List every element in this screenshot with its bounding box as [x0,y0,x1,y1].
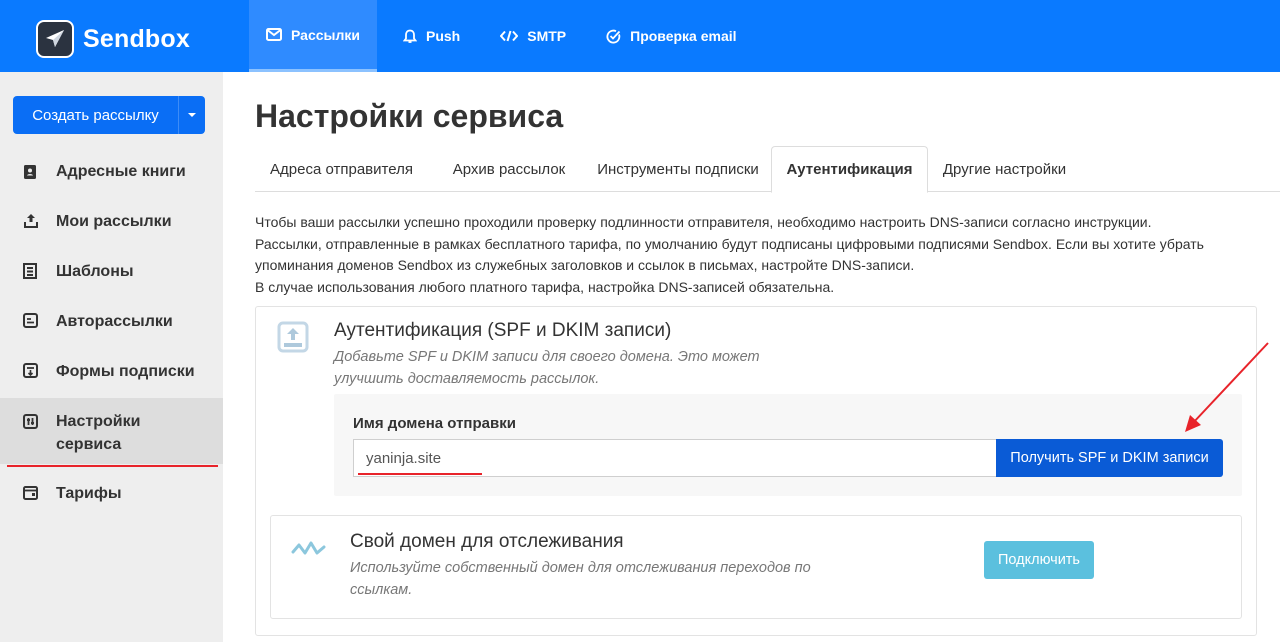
sidebar-item-subscription-forms[interactable]: Формы подписки [0,360,223,383]
sidebar-item-tariffs[interactable]: Тарифы [0,482,223,505]
tab-subscription-tools[interactable]: Инструменты подписки [585,146,771,192]
sliders-icon [23,414,39,430]
auth-card-description: Добавьте SPF и DKIM записи для своего до… [334,346,794,390]
create-mailing-button[interactable]: Создать рассылку [13,96,205,134]
nav-smtp-label: SMTP [527,28,567,44]
annotation-underline-domain [358,473,482,475]
sidebar-item-service-settings[interactable]: Настройки сервиса [0,398,223,464]
sidebar-item-label: Формы подписки [56,363,195,380]
sidebar-item-label: Шаблоны [56,263,134,280]
sending-domain-input[interactable] [353,439,997,477]
main-nav: Рассылки Push SMTP Проверка email [249,0,751,72]
sidebar-item-label: Мои рассылки [56,213,172,230]
connect-tracking-domain-button[interactable]: Подключить [984,541,1094,579]
upload-icon [23,213,39,229]
template-icon [23,263,39,279]
wallet-icon [23,486,39,502]
domain-field-label: Имя домена отправки [353,415,516,432]
intro-text: Чтобы ваши рассылки успешно проходили пр… [255,212,1270,298]
nav-push[interactable]: Push [377,0,474,72]
envelope-icon [266,28,282,41]
annotation-underline-settings [7,465,218,467]
intro-line: Рассылки, отправленные в рамках бесплатн… [255,235,1204,252]
sidebar-item-my-mailings[interactable]: Мои рассылки [0,210,223,233]
tracking-card-title: Свой домен для отслеживания [350,531,624,552]
bell-icon [403,29,417,44]
sidebar-item-label-line2: сервиса [56,436,122,453]
tab-other-settings[interactable]: Другие настройки [932,146,1077,192]
intro-line: В случае использования любого платного т… [255,278,835,295]
code-icon [500,30,519,42]
sidebar-item-label: Тарифы [56,485,122,502]
sidebar: Создать рассылку [0,72,223,642]
sidebar-item-label: Авторассылки [56,313,173,330]
sidebar-item-label-line1: Настройки [56,413,141,430]
pulse-wave-icon [291,537,327,564]
tracking-card-description: Используйте собственный домен для отслеж… [350,557,850,601]
upload-box-icon [276,320,310,359]
auth-card-title: Аутентификация (SPF и DKIM записи) [334,320,672,341]
sidebar-item-templates[interactable]: Шаблоны [0,260,223,283]
nav-smtp[interactable]: SMTP [474,0,580,72]
create-mailing-label[interactable]: Создать рассылку [13,96,178,134]
page-title: Настройки сервиса [255,98,564,134]
caret-down-icon [188,113,196,117]
logo[interactable]: Sendbox [36,20,190,58]
check-circle-icon [606,29,621,44]
brand-name: Sendbox [83,24,190,53]
nav-email-check-label: Проверка email [630,28,737,44]
settings-tabs: Адреса отправителя Архив рассылок Инстру… [255,146,1280,193]
paper-plane-logo-icon [36,20,74,58]
sidebar-item-label: Адресные книги [56,163,186,180]
auth-card-description-line: улучшить доставляемость рассылок. [334,371,600,387]
sidebar-item-address-books[interactable]: Адресные книги [0,160,223,183]
top-navigation-bar: Sendbox Рассылки Push SMTP Проверка emai… [0,0,1280,72]
tab-mailing-archive[interactable]: Архив рассылок [431,146,587,192]
tab-authentication[interactable]: Аутентификация [771,146,928,193]
tracking-card-description-line: Используйте собственный домен для отслеж… [350,560,811,576]
tracking-card-description-line: ссылкам. [350,582,413,598]
address-book-icon [23,164,39,180]
sidebar-item-autoresponders[interactable]: Авторассылки [0,310,223,333]
auth-card-description-line: Добавьте SPF и DKIM записи для своего до… [334,349,760,365]
create-mailing-dropdown-toggle[interactable] [178,96,205,134]
annotation-arrow [1170,340,1275,445]
nav-mailings[interactable]: Рассылки [249,0,377,72]
intro-line: упоминания доменов Sendbox из служебных … [255,257,915,273]
intro-line: Чтобы ваши рассылки успешно проходили пр… [255,214,1152,230]
form-icon [23,363,39,379]
autoresponder-icon [23,313,39,329]
nav-email-check[interactable]: Проверка email [580,0,750,72]
tab-sender-addresses[interactable]: Адреса отправителя [255,146,428,192]
nav-push-label: Push [426,28,461,44]
nav-mailings-label: Рассылки [291,26,360,43]
